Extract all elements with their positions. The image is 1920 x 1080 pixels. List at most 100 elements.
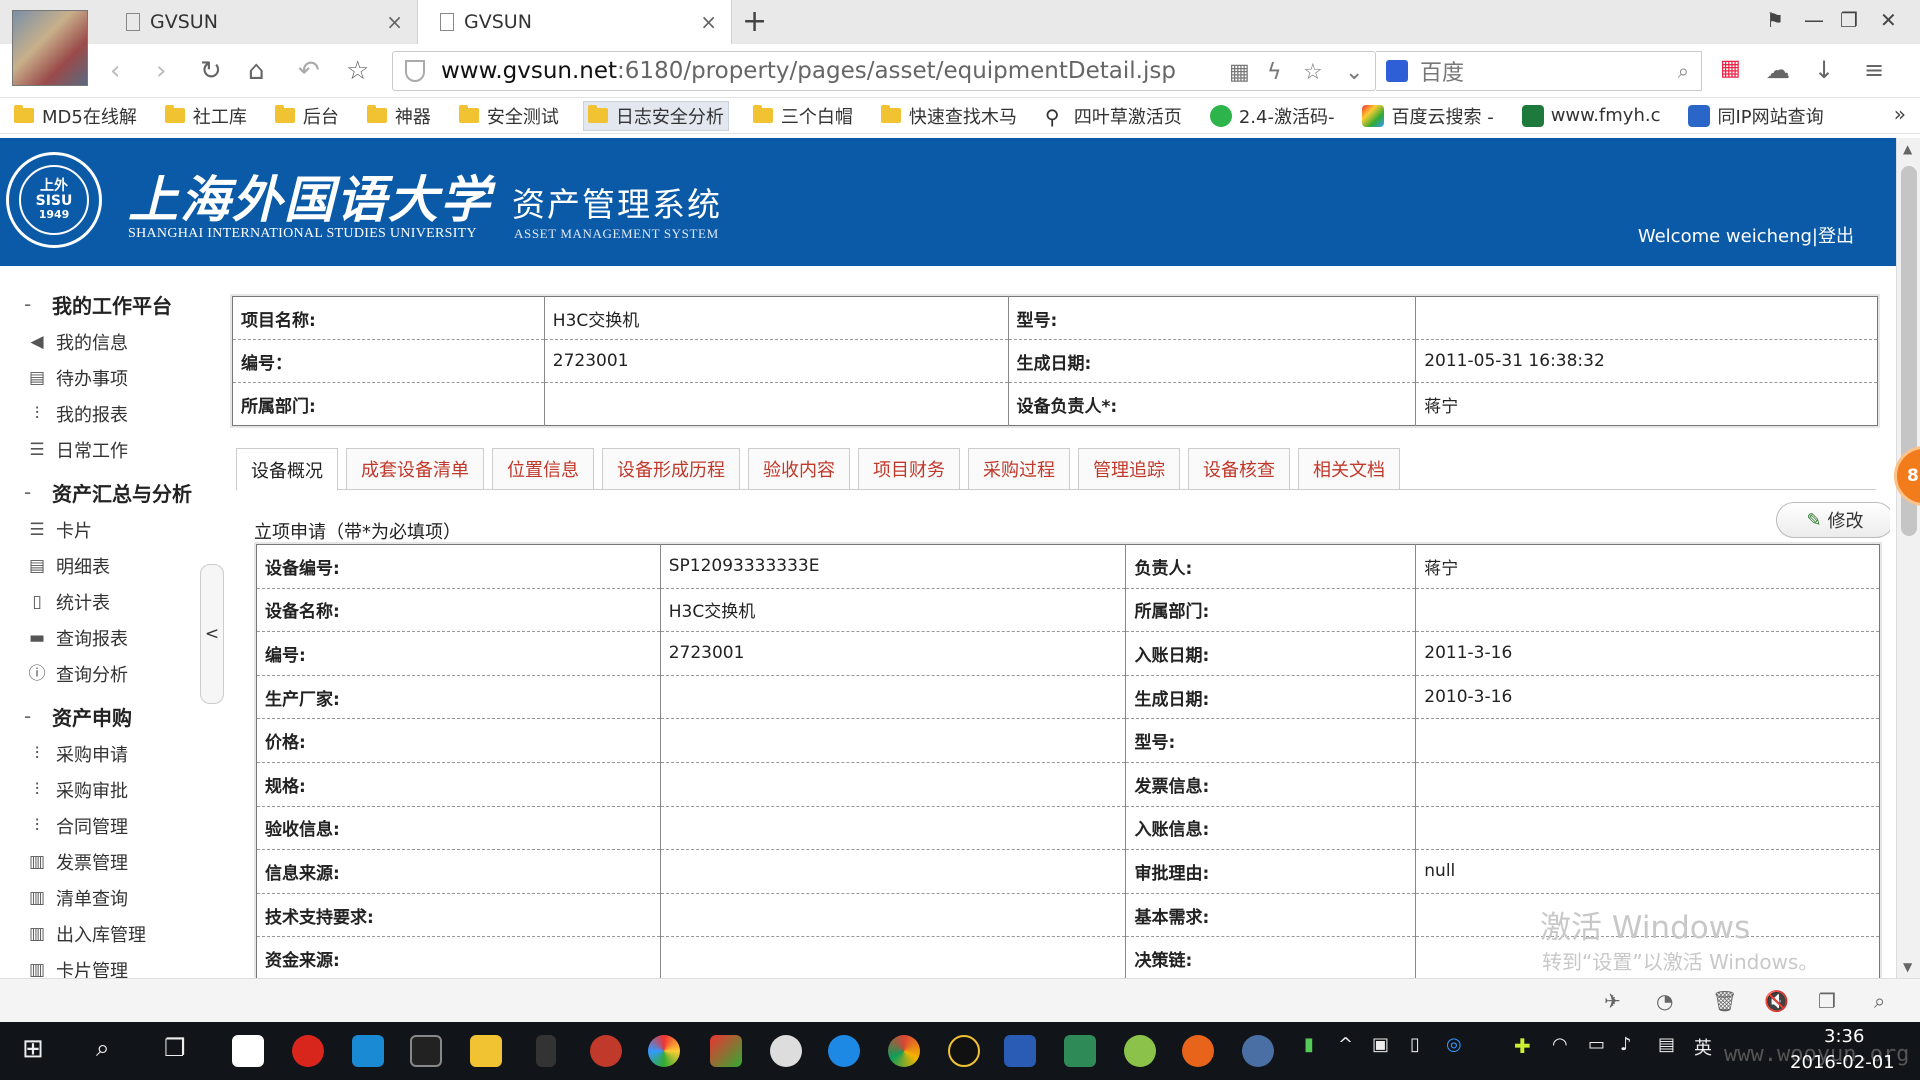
download-icon[interactable]: ↓ [1814, 56, 1834, 84]
bookmark-item[interactable]: 后台 [271, 101, 343, 131]
browser-icon[interactable] [648, 1035, 680, 1067]
apps-grid-icon[interactable]: ▦ [1720, 56, 1741, 81]
windows-start-icon[interactable]: ⊞ [22, 1034, 44, 1064]
sidebar-item-detail-table[interactable]: ▤ 明细表 [0, 548, 210, 584]
tab-equipment-list[interactable]: 成套设备清单 [346, 448, 484, 489]
search-icon[interactable]: ⌕ [1678, 59, 1689, 83]
clock-date[interactable]: 2016-02-01 [1790, 1052, 1895, 1073]
forward-icon[interactable]: › [156, 56, 166, 86]
bookmark-item[interactable]: ⚲ 四叶草激活页 [1041, 101, 1186, 131]
url-text[interactable]: www.gvsun.net:6180/property/pages/asset/… [441, 58, 1176, 84]
usb-icon[interactable]: ▯ [1410, 1034, 1420, 1055]
bookmark-item[interactable]: 百度云搜索 - [1358, 101, 1497, 131]
sidebar-item-my-info[interactable]: ◀ 我的信息 [0, 324, 210, 360]
bookmark-star-icon[interactable]: ☆ [1303, 60, 1323, 85]
globe-icon[interactable] [1242, 1035, 1274, 1067]
firefox-icon[interactable] [1182, 1035, 1214, 1067]
trash-icon[interactable]: 🗑 [1712, 989, 1737, 1013]
scroll-up-icon[interactable]: ▲ [1903, 142, 1912, 156]
new-tab-button[interactable]: + [742, 4, 767, 39]
app-icon[interactable] [710, 1035, 742, 1067]
favorite-star-icon[interactable]: ☆ [346, 56, 369, 86]
bookmark-item[interactable]: 三个白帽 [749, 101, 857, 131]
bookmark-item[interactable]: www.fmyh.c [1518, 101, 1665, 131]
app-icon[interactable] [1124, 1035, 1156, 1067]
chrome-icon[interactable] [888, 1035, 920, 1067]
close-window-icon[interactable]: ✕ [1880, 8, 1897, 32]
zoom-icon[interactable]: ⌕ [1874, 989, 1885, 1013]
bookmark-item-active[interactable]: 日志安全分析 [582, 100, 729, 131]
bookmark-item[interactable]: 2.4-激活码- [1206, 101, 1339, 131]
battery-icon[interactable]: ▭ [1588, 1034, 1605, 1055]
search-box[interactable]: 百度 ⌕ [1376, 51, 1702, 91]
dropdown-chevron-icon[interactable]: ⌄ [1345, 60, 1363, 85]
tray-expand-icon[interactable]: ^ [1338, 1034, 1353, 1055]
speed-icon[interactable]: ◔ [1656, 989, 1673, 1013]
qq-icon[interactable] [948, 1035, 980, 1067]
sidebar-collapse-toggle[interactable]: < [200, 564, 224, 704]
app-icon[interactable] [292, 1035, 324, 1067]
clock-app-icon[interactable] [770, 1035, 802, 1067]
bookmark-item[interactable]: 安全测试 [455, 101, 563, 131]
sidebar-section-workspace[interactable]: - 我的工作平台 [0, 284, 210, 324]
sidebar-item-todo[interactable]: ▤ 待办事项 [0, 360, 210, 396]
sidebar-item-card-management[interactable]: ▥ 卡片管理 [0, 952, 210, 978]
pin-icon[interactable]: ✈ [1604, 989, 1621, 1013]
tab-tracking[interactable]: 管理追踪 [1078, 448, 1180, 489]
undo-icon[interactable]: ↶ [298, 56, 320, 86]
scroll-down-icon[interactable]: ▼ [1903, 960, 1912, 974]
tab-close-icon[interactable]: × [386, 10, 403, 34]
app-icon[interactable] [352, 1035, 384, 1067]
sidebar-item-cards[interactable]: ☰ 卡片 [0, 512, 210, 548]
qr-code-icon[interactable]: ▦ [1229, 60, 1250, 85]
battery-tray-icon[interactable]: ▮ [1304, 1034, 1314, 1055]
tab-location[interactable]: 位置信息 [492, 448, 594, 489]
tab-overview[interactable]: 设备概况 [236, 448, 338, 491]
sidebar-section-procurement[interactable]: - 资产申购 [0, 696, 210, 736]
sidebar-item-stats-table[interactable]: ▯ 统计表 [0, 584, 210, 620]
sidebar-section-asset-analysis[interactable]: - 资产汇总与分析 [0, 472, 210, 512]
search-icon[interactable]: ⌕ [96, 1034, 109, 1062]
tray-plus-icon[interactable]: ✚ [1514, 1034, 1531, 1058]
lightning-icon[interactable]: ϟ [1267, 60, 1282, 85]
clock-time[interactable]: 3:36 [1824, 1026, 1864, 1047]
tab-procurement[interactable]: 采购过程 [968, 448, 1070, 489]
browser-icon[interactable] [828, 1035, 860, 1067]
minimize-icon[interactable]: — [1804, 8, 1824, 32]
file-explorer-icon[interactable] [470, 1035, 502, 1067]
bookmark-item[interactable]: 神器 [363, 101, 435, 131]
app-icon[interactable] [590, 1035, 622, 1067]
sidebar-item-warehouse[interactable]: ▥ 出入库管理 [0, 916, 210, 952]
reload-icon[interactable]: ↻ [200, 56, 222, 86]
app-icon[interactable] [1064, 1035, 1096, 1067]
virtualbox-icon[interactable] [1004, 1035, 1036, 1067]
sidebar-item-query-report[interactable]: ▬ 查询报表 [0, 620, 210, 656]
tab-documents[interactable]: 相关文档 [1298, 448, 1400, 489]
edit-button[interactable]: ✎ 修改 [1776, 502, 1890, 538]
back-icon[interactable]: ‹ [110, 56, 120, 86]
sidebar-item-purchase-request[interactable]: ⫶ 采购申请 [0, 736, 210, 772]
app-icon[interactable] [536, 1035, 556, 1067]
bookmarks-more-icon[interactable]: » [1894, 102, 1906, 126]
window-icon[interactable]: ❐ [1818, 989, 1836, 1013]
maximize-icon[interactable]: ❐ [1840, 8, 1858, 32]
tab-acceptance[interactable]: 验收内容 [748, 448, 850, 489]
welcome-logout-link[interactable]: Welcome weicheng|登出 [1638, 222, 1854, 248]
volume-icon[interactable]: ♪ [1620, 1034, 1632, 1055]
mute-icon[interactable]: 🔇 [1764, 989, 1789, 1013]
bookmark-item[interactable]: 快速查找木马 [877, 101, 1021, 131]
sidebar-item-invoices[interactable]: ▥ 发票管理 [0, 844, 210, 880]
cloud-icon[interactable]: ☁ [1766, 56, 1790, 84]
store-app-icon[interactable] [232, 1035, 264, 1067]
bookmark-item[interactable]: MD5在线解 [10, 101, 141, 131]
sidebar-item-my-reports[interactable]: ⫶ 我的报表 [0, 396, 210, 432]
sidebar-item-contracts[interactable]: ⫶ 合同管理 [0, 808, 210, 844]
menu-icon[interactable]: ≡ [1864, 56, 1884, 84]
tab-verification[interactable]: 设备核查 [1188, 448, 1290, 489]
terminal-icon[interactable] [410, 1035, 442, 1067]
sidebar-item-daily-work[interactable]: ☰ 日常工作 [0, 432, 210, 468]
tray-app-icon[interactable]: ◎ [1446, 1034, 1462, 1055]
wifi-icon[interactable]: ◠ [1552, 1034, 1568, 1055]
page-scrollbar[interactable]: ▲ ▼ [1896, 138, 1920, 978]
browser-tab-active[interactable]: GVSUN × [418, 0, 732, 44]
